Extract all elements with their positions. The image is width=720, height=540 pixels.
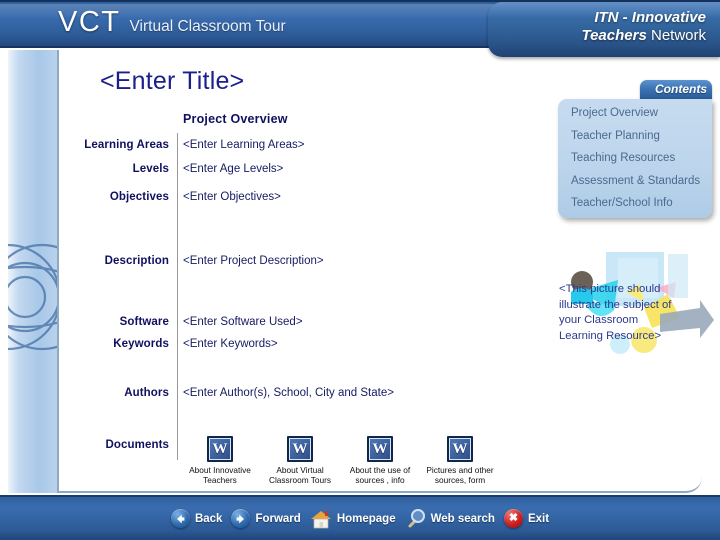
magnifier-icon[interactable] [405,508,426,529]
decorative-rings-graphic [8,243,57,351]
contents-item-assessment-standards[interactable]: Assessment & Standards [571,175,711,188]
contents-panel-body: Project Overview Teacher Planning Teaching… [558,99,712,218]
page-title[interactable]: <Enter Title> [100,67,244,96]
nav-button-label: Homepage [336,512,396,525]
word-document-icon[interactable]: W [207,436,233,462]
field-value[interactable]: <Enter Learning Areas> [183,139,304,151]
nav-button-exit[interactable]: ✖ Exit [503,509,550,528]
document-caption: About the use of sources , info [349,465,411,486]
nav-button-forward[interactable]: Forward [231,509,301,528]
nav-button-label: Forward [255,512,301,525]
field-value[interactable]: <Enter Software Used> [183,316,303,328]
nav-button-label: Back [194,512,223,525]
contents-link-list: Project Overview Teacher Planning Teaching… [571,107,711,221]
vct-logo: VCT Virtual Classroom Tour [58,8,286,37]
bottom-navigation-bar: Back Forward Homepage Web search ✖ Exit [0,495,720,540]
itn-brand-line2: Teachers Network [581,27,706,45]
section-heading: Project Overview [183,112,288,126]
field-label: Learning Areas [84,139,169,151]
contents-panel: Contents Project Overview Teacher Plannin… [558,80,712,220]
document-links-row: W About Innovative Teachers W About Virtual… [180,436,500,488]
label-value-divider [177,133,178,460]
document-caption: About Innovative Teachers [189,465,251,486]
itn-brand-tab: ITN - Innovative Teachers Network [488,2,720,57]
nav-button-back[interactable]: Back [170,509,223,528]
itn-brand-text: ITN - Innovative Teachers Network [581,9,706,44]
field-label: Documents [105,439,169,451]
document-link[interactable]: W About Innovative Teachers [180,436,260,488]
document-caption: Pictures and other sources, form [426,465,494,486]
itn-brand-teachers: Teachers [581,26,647,44]
field-value[interactable]: <Enter Age Levels> [183,163,283,175]
picture-placeholder-zone[interactable]: <This picture should illustrate the subj… [548,248,714,360]
field-label: Software [119,316,169,328]
slide-canvas: VCT Virtual Classroom Tour ITN - Innovat… [0,0,720,540]
nav-button-web-search[interactable]: Web search [405,508,495,529]
field-label: Levels [132,163,169,175]
itn-brand-line1: ITN - Innovative [594,9,706,26]
field-label: Authors [124,387,169,399]
field-label: Objectives [109,191,169,203]
word-document-icon[interactable]: W [447,436,473,462]
contents-item-teacher-planning[interactable]: Teacher Planning [571,130,711,143]
contents-item-project-overview[interactable]: Project Overview [571,107,711,120]
word-document-icon[interactable]: W [287,436,313,462]
nav-button-label: Exit [527,512,550,525]
left-decorative-strip [8,50,57,493]
document-caption: About Virtual Classroom Tours [268,465,332,486]
close-x-icon[interactable]: ✖ [503,509,523,528]
contents-item-teaching-resources[interactable]: Teaching Resources [571,152,711,165]
document-link[interactable]: W About Virtual Classroom Tours [260,436,340,488]
vct-logo-subtitle: Virtual Classroom Tour [129,18,286,35]
contents-item-teacher-school-info[interactable]: Teacher/School Info [571,197,711,210]
contents-tab-label: Contents [655,82,707,96]
document-link[interactable]: W About the use of sources , info [340,436,420,488]
arrow-right-icon[interactable] [231,509,251,528]
field-value[interactable]: <Enter Objectives> [183,191,281,203]
field-value[interactable]: <Enter Author(s), School, City and State… [183,387,394,399]
field-value[interactable]: <Enter Project Description> [183,255,324,267]
house-icon[interactable] [310,509,332,529]
vct-logo-mark: VCT [58,6,121,38]
word-document-icon[interactable]: W [367,436,393,462]
field-label: Keywords [113,338,169,350]
nav-button-label: Web search [430,512,495,525]
field-label: Description [104,255,169,267]
picture-placeholder-text: <This picture should illustrate the subj… [559,283,672,342]
document-link[interactable]: W Pictures and other sources, form [420,436,500,488]
contents-tab-header: Contents [640,80,712,99]
field-value[interactable]: <Enter Keywords> [183,338,278,350]
itn-brand-network: Network [646,26,706,44]
nav-button-homepage[interactable]: Homepage [310,509,396,529]
arrow-left-icon[interactable] [170,509,190,528]
